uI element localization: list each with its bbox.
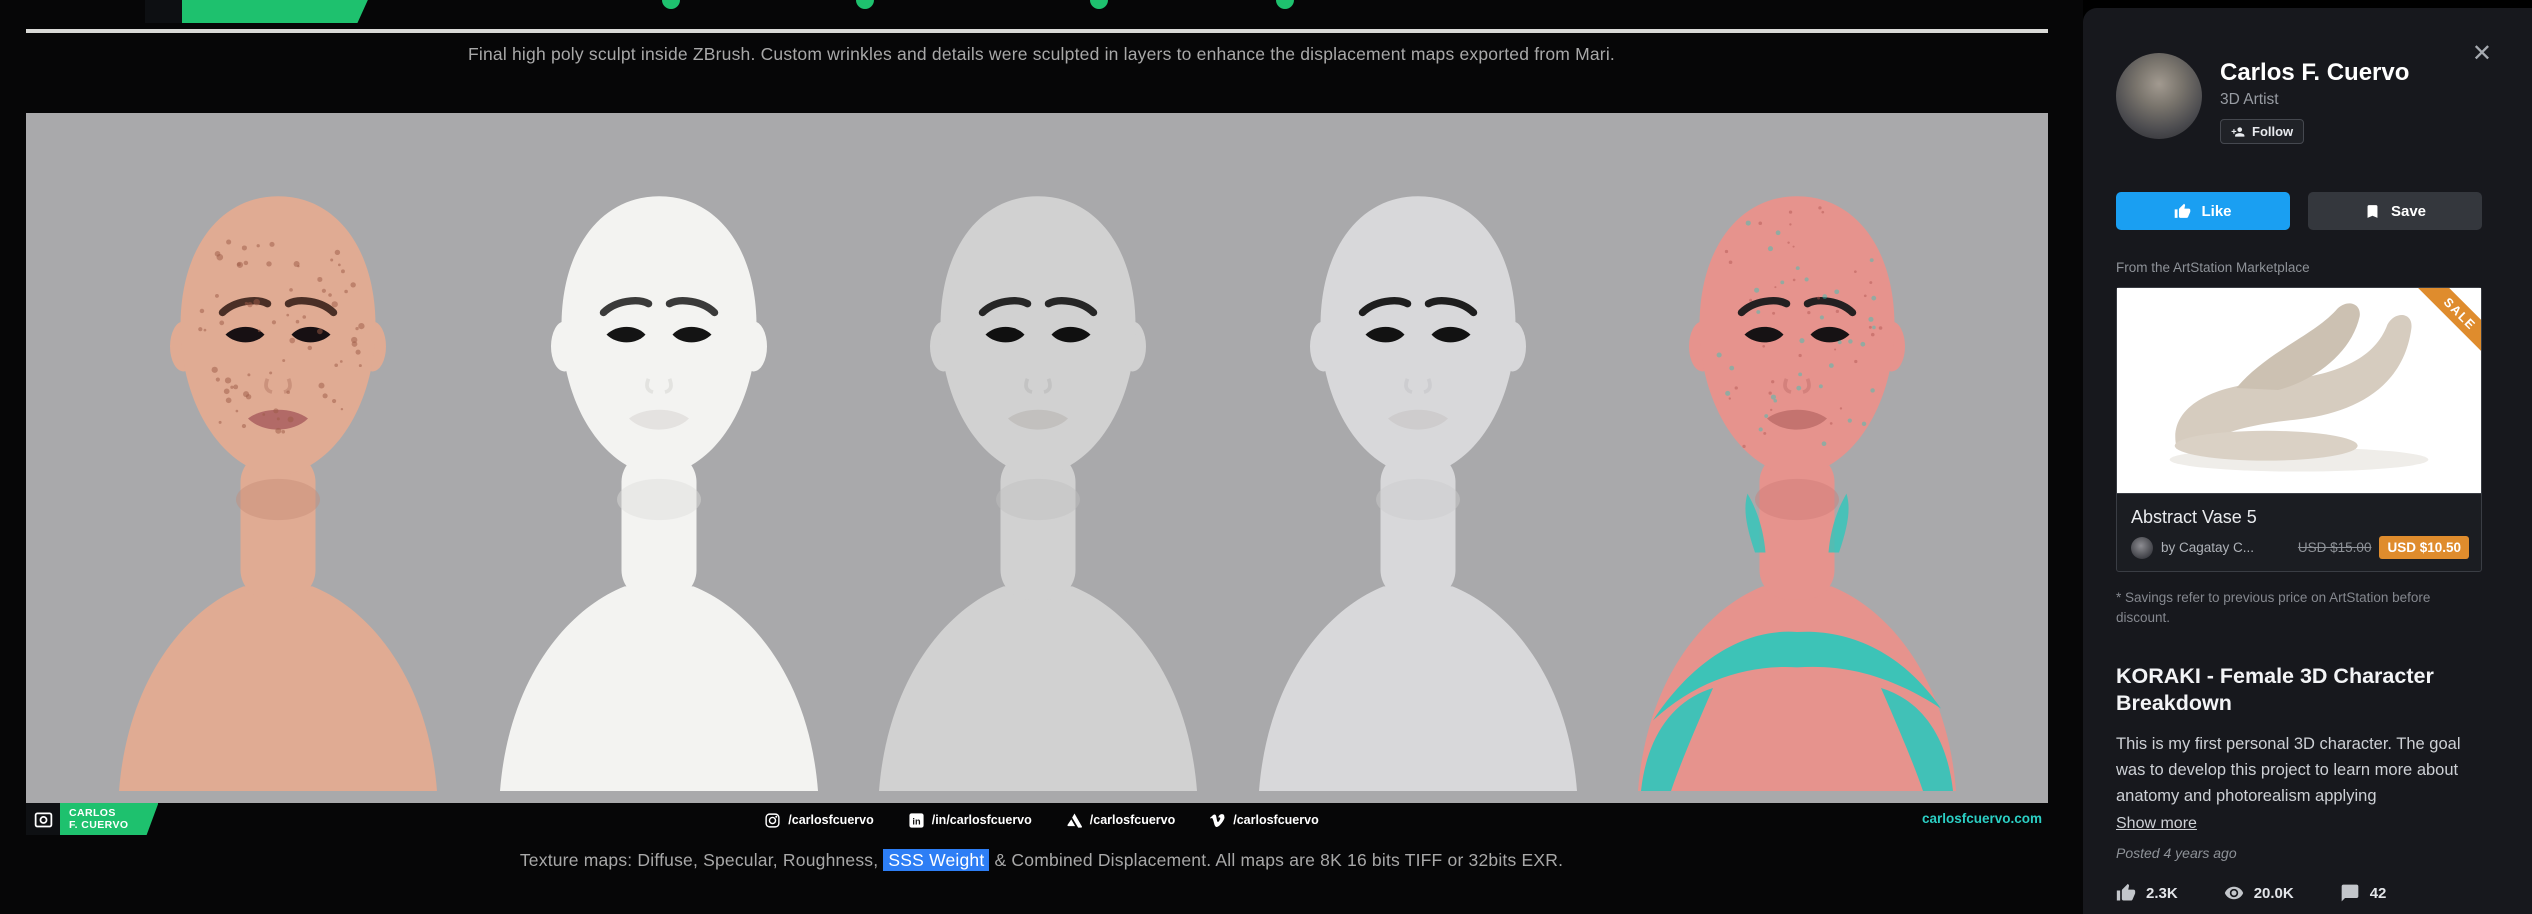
marketplace-card[interactable]: SALE Abstract Vase 5 by Cagatay C... USD… [2116,287,2482,572]
likes-value: 2.3K [2146,885,2178,902]
follow-label: Follow [2252,124,2293,139]
artwork-viewer: Final high poly sculpt inside ZBrush. Cu… [0,0,2083,914]
product-meta: by Cagatay C... USD $15.00 USD $10.50 [2117,534,2481,571]
comments-value: 42 [2370,885,2387,902]
thumb-up-icon [2116,883,2136,903]
vase-render [2117,288,2481,493]
eye-icon [2224,883,2244,903]
logo-icon [145,0,182,23]
marketplace-heading: From the ArtStation Marketplace [2116,260,2482,275]
bust-sss-weight [1238,158,1598,791]
linkedin-handle: /in/carlosfcuervo [932,813,1032,827]
caption-bottom-prefix: Texture maps: Diffuse, Specular, Roughne… [520,850,884,870]
artist-badge-text: CARLOS F. CUERVO [60,803,158,835]
artist-profile: Carlos F. Cuervo 3D Artist Follow [2116,53,2482,144]
vimeo-icon [1209,812,1226,829]
sale-price-badge: USD $10.50 [2379,536,2469,559]
action-buttons: Like Save [2116,192,2482,230]
views-count: 20.0K [2224,883,2294,903]
old-price: USD $15.00 [2298,540,2372,555]
artstation-icon [1066,812,1083,829]
seller-name[interactable]: by Cagatay C... [2161,540,2254,555]
comment-icon [2340,883,2360,903]
follow-button[interactable]: Follow [2220,119,2304,144]
posted-date: Posted 4 years ago [2116,845,2482,861]
svg-text:in: in [912,816,921,826]
caption-bottom: Texture maps: Diffuse, Specular, Roughne… [0,850,2083,871]
artist-headline: 3D Artist [2220,91,2409,109]
product-image[interactable]: SALE [2117,288,2481,494]
instagram-handle: /carlosfcuervo [788,813,873,827]
linkedin-icon: in [908,812,925,829]
artist-name[interactable]: Carlos F. Cuervo [2220,59,2409,87]
like-button[interactable]: Like [2116,192,2290,230]
bookmark-icon [2364,203,2381,220]
artist-avatar[interactable] [2116,53,2202,139]
save-button[interactable]: Save [2308,192,2482,230]
project-title: KORAKI - Female 3D Character Breakdown [2116,663,2482,719]
instagram-link[interactable]: /carlosfcuervo [764,812,873,829]
cutoff-icon [1090,0,1108,9]
artist-meta: Carlos F. Cuervo 3D Artist Follow [2220,53,2409,144]
artist-badge: CARLOS F. CUERVO [26,803,158,835]
artist-logo-icon [26,803,60,835]
views-value: 20.0K [2254,885,2294,902]
artstation-handle: /carlosfcuervo [1090,813,1175,827]
instagram-icon [764,812,781,829]
stats-row: 2.3K 20.0K 42 [2116,883,2482,903]
save-label: Save [2391,203,2426,220]
user-plus-icon [2231,125,2245,139]
show-more-link[interactable]: Show more [2116,815,2197,833]
cutoff-icon [1276,0,1294,9]
artstation-artwork-overlay: Final high poly sculpt inside ZBrush. Cu… [0,0,2532,914]
cutoff-icon [856,0,874,9]
seller-avatar [2131,537,2153,559]
badge-line1: CARLOS [69,807,128,819]
linkedin-link[interactable]: in /in/carlosfcuervo [908,812,1032,829]
bust-combined-displacement [1617,158,1977,791]
project-description: This is my first personal 3D character. … [2116,732,2482,809]
scrolled-out-content [26,0,2048,29]
likes-count: 2.3K [2116,883,2178,903]
bust-roughness [858,158,1218,791]
social-links: /carlosfcuervo in /in/carlosfcuervo /car… [0,806,2083,834]
caption-bottom-suffix: & Combined Displacement. All maps are 8K… [989,850,1563,870]
artwork-image[interactable] [26,113,2048,803]
bust-specular [479,158,839,791]
cutoff-icon [662,0,680,9]
savings-disclaimer: * Savings refer to previous price on Art… [2116,588,2482,629]
badge-line2: F. CUERVO [69,819,128,831]
image-edge [26,29,2048,33]
website-link[interactable]: carlosfcuervo.com [1922,811,2042,826]
caption-top: Final high poly sculpt inside ZBrush. Cu… [0,44,2083,65]
vimeo-link[interactable]: /carlosfcuervo [1209,812,1318,829]
vimeo-handle: /carlosfcuervo [1233,813,1318,827]
comments-count: 42 [2340,883,2387,903]
product-title[interactable]: Abstract Vase 5 [2117,494,2481,534]
cutoff-artist-badge [145,0,371,23]
bust-diffuse [98,158,458,791]
close-icon[interactable]: ✕ [2468,38,2496,70]
artstation-link[interactable]: /carlosfcuervo [1066,812,1175,829]
highlighted-text: SSS Weight [883,849,989,871]
like-label: Like [2201,203,2231,220]
artwork-sidebar: ✕ Carlos F. Cuervo 3D Artist Follow Like… [2083,8,2532,914]
thumb-up-icon [2174,203,2191,220]
